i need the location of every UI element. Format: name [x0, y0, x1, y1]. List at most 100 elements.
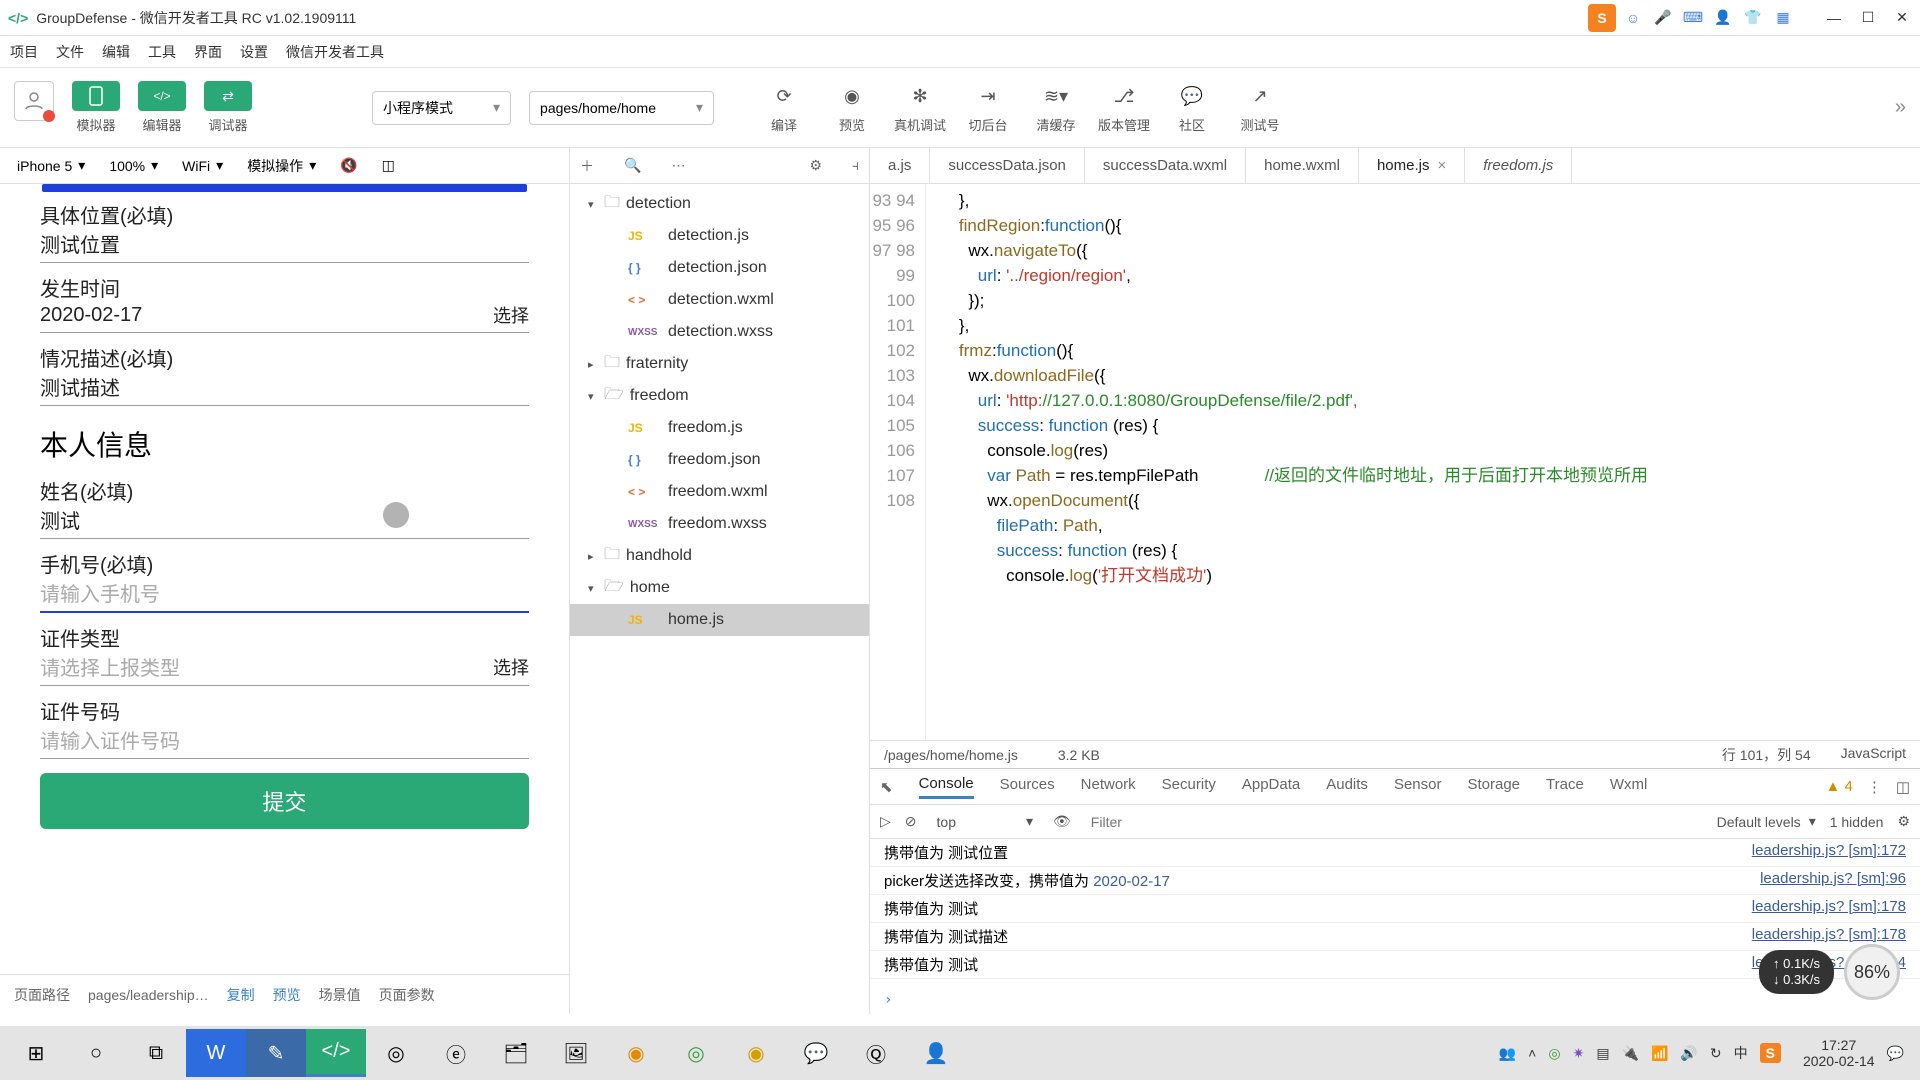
- tab-sensor[interactable]: Sensor: [1394, 776, 1442, 797]
- tab-freedom-js[interactable]: freedom.js: [1465, 148, 1572, 183]
- media-icon[interactable]: ◉: [606, 1029, 666, 1077]
- log-levels-select[interactable]: Default levels▾: [1717, 813, 1816, 830]
- community-icon[interactable]: 💬: [1181, 82, 1203, 112]
- tray-app2-icon[interactable]: ✷: [1573, 1045, 1585, 1062]
- page-select[interactable]: pages/home/home ▾: [529, 91, 714, 125]
- zoom-select[interactable]: 100%▾: [100, 153, 167, 179]
- clear-cache-icon[interactable]: ≋▾: [1044, 82, 1068, 112]
- clear-console-icon[interactable]: ⊘: [905, 813, 917, 830]
- folder-handhold[interactable]: ▸🗀handhold: [570, 540, 869, 572]
- copy-button[interactable]: 复制: [227, 985, 255, 1005]
- code-lines[interactable]: }, findRegion:function(){ wx.navigateTo(…: [926, 184, 1920, 740]
- performance-circle[interactable]: 86%: [1844, 944, 1900, 1000]
- eye-icon[interactable]: 👁: [1053, 813, 1071, 830]
- edge-icon[interactable]: ⓔ: [426, 1029, 486, 1077]
- smile-icon[interactable]: ☺: [1622, 7, 1644, 29]
- location-value[interactable]: 测试位置: [40, 229, 120, 258]
- file-home-js[interactable]: JShome.js: [570, 604, 869, 636]
- tray-app1-icon[interactable]: ◎: [1548, 1045, 1560, 1062]
- log-source-link[interactable]: leadership.js? [sm]:96: [1760, 870, 1906, 891]
- devtools-more-icon[interactable]: ⋮: [1867, 778, 1882, 796]
- close-icon[interactable]: ✕: [1892, 8, 1912, 28]
- tab-storage[interactable]: Storage: [1467, 776, 1520, 797]
- console-filter-input[interactable]: [1085, 811, 1703, 833]
- start-button[interactable]: ⊞: [6, 1029, 66, 1077]
- wps-icon[interactable]: W: [186, 1029, 246, 1077]
- test-account-icon[interactable]: ↗: [1252, 82, 1267, 112]
- contact-icon[interactable]: 👤: [906, 1029, 966, 1077]
- file-freedom-js[interactable]: JSfreedom.js: [570, 412, 869, 444]
- code-editor[interactable]: 93 94 95 96 97 98 99 100 101 102 103 104…: [870, 184, 1920, 740]
- toolbar-more-icon[interactable]: »: [1895, 96, 1906, 119]
- idtype-placeholder[interactable]: 请选择上报类型: [40, 652, 180, 681]
- file-detection-js[interactable]: JSdetection.js: [570, 220, 869, 252]
- simulator-screen[interactable]: 具体位置(必填) 测试位置 发生时间 2020-02-17选择 情况描述(必填)…: [0, 184, 569, 974]
- time-select-button[interactable]: 选择: [493, 302, 529, 328]
- desc-value[interactable]: 测试描述: [40, 372, 120, 401]
- editor-button[interactable]: </>: [138, 81, 186, 111]
- close-tab-icon[interactable]: ×: [1438, 157, 1447, 174]
- tray-app3-icon[interactable]: ▤: [1596, 1045, 1609, 1062]
- file-freedom-wxss[interactable]: WXSSfreedom.wxss: [570, 508, 869, 540]
- folder-detection[interactable]: ▾🗀detection: [570, 188, 869, 220]
- app-icon[interactable]: ✎: [246, 1029, 306, 1077]
- file-detection-wxss[interactable]: WXSSdetection.wxss: [570, 316, 869, 348]
- debugger-button[interactable]: ⇄: [204, 81, 252, 111]
- idtype-select-button[interactable]: 选择: [493, 654, 529, 680]
- version-icon[interactable]: ⎇: [1114, 82, 1135, 112]
- notifications-icon[interactable]: 💬: [1887, 1045, 1904, 1062]
- menu-settings[interactable]: 设置: [240, 42, 268, 62]
- settings-icon[interactable]: ⚙: [809, 157, 822, 174]
- tray-chevron-icon[interactable]: ˄: [1528, 1045, 1536, 1061]
- tab-console[interactable]: Console: [919, 775, 974, 799]
- explorer-icon[interactable]: 🗂: [486, 1029, 546, 1077]
- remote-debug-icon[interactable]: ✻: [912, 82, 927, 112]
- wechat-icon[interactable]: 💬: [786, 1029, 846, 1077]
- background-icon[interactable]: ⇥: [980, 82, 995, 112]
- simulator-button[interactable]: [72, 81, 120, 111]
- tab-security[interactable]: Security: [1162, 776, 1216, 797]
- shirt-icon[interactable]: 👕: [1742, 7, 1764, 29]
- search-icon[interactable]: 🔍: [624, 157, 641, 174]
- warning-badge[interactable]: ▲ 4: [1825, 778, 1852, 795]
- avatar[interactable]: [14, 81, 54, 121]
- folder-fraternity[interactable]: ▸🗀fraternity: [570, 348, 869, 380]
- file-freedom-wxml[interactable]: < >freedom.wxml: [570, 476, 869, 508]
- mock-select[interactable]: 模拟操作▾: [238, 153, 325, 179]
- tab-sources[interactable]: Sources: [1000, 776, 1055, 797]
- console-settings-icon[interactable]: ⚙: [1897, 813, 1910, 830]
- mute-icon[interactable]: 🔇: [331, 153, 366, 179]
- people-icon[interactable]: 👥: [1499, 1045, 1516, 1062]
- image-app-icon[interactable]: 🖼: [546, 1029, 606, 1077]
- menu-wechat-devtools[interactable]: 微信开发者工具: [286, 42, 384, 62]
- folder-freedom[interactable]: ▾🗁freedom: [570, 380, 869, 412]
- tab-network[interactable]: Network: [1081, 776, 1136, 797]
- submit-button[interactable]: 提交: [40, 773, 529, 829]
- menu-ui[interactable]: 界面: [194, 42, 222, 62]
- mic-icon[interactable]: 🎤: [1652, 7, 1674, 29]
- sogou-ime-icon[interactable]: S: [1588, 4, 1616, 32]
- minimize-icon[interactable]: —: [1824, 8, 1844, 28]
- grid-icon[interactable]: ▦: [1772, 7, 1794, 29]
- sync-icon[interactable]: ↻: [1710, 1045, 1722, 1062]
- sim-panel-icon[interactable]: ◫: [373, 153, 404, 179]
- wifi-icon[interactable]: 📶: [1651, 1045, 1668, 1062]
- mode-select[interactable]: 小程序模式 ▾: [372, 91, 511, 125]
- cortana-icon[interactable]: ○: [66, 1029, 126, 1077]
- folder-home[interactable]: ▾🗁home: [570, 572, 869, 604]
- system-clock[interactable]: 17:27 2020-02-14: [1803, 1037, 1875, 1069]
- maximize-icon[interactable]: ☐: [1858, 8, 1878, 28]
- tab-wxml[interactable]: Wxml: [1610, 776, 1648, 797]
- tab-home-js[interactable]: home.js×: [1359, 148, 1465, 183]
- preview-button[interactable]: 预览: [273, 985, 301, 1005]
- task-view-icon[interactable]: ⧉: [126, 1029, 186, 1077]
- preview-icon[interactable]: ◉: [844, 82, 860, 112]
- tab-trace[interactable]: Trace: [1546, 776, 1584, 797]
- menu-tool[interactable]: 工具: [148, 42, 176, 62]
- inspect-icon[interactable]: ⬉: [880, 778, 893, 796]
- file-detection-wxml[interactable]: < >detection.wxml: [570, 284, 869, 316]
- split-icon[interactable]: ⫞: [852, 157, 859, 174]
- tab-appdata[interactable]: AppData: [1242, 776, 1300, 797]
- new-file-icon[interactable]: ＋: [580, 156, 594, 176]
- chrome-icon[interactable]: ◎: [366, 1029, 426, 1077]
